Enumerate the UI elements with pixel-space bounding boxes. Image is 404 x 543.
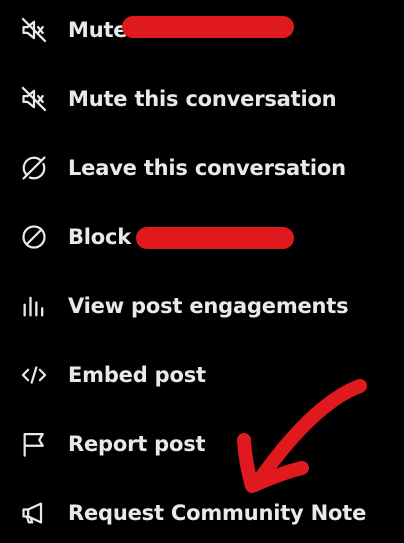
menu-item-label: View post engagements — [68, 294, 349, 318]
menu-item-mute-conversation[interactable]: Mute this conversation — [0, 69, 404, 129]
menu-item-leave-conversation[interactable]: Leave this conversation — [0, 138, 404, 198]
menu-item-label: Request Community Note — [68, 501, 367, 525]
menu-item-view-engagements[interactable]: View post engagements — [0, 276, 404, 336]
engagements-icon — [20, 292, 48, 320]
menu-item-label: Leave this conversation — [68, 156, 346, 180]
menu-item-label: Embed post — [68, 363, 206, 387]
mute-icon — [20, 16, 48, 44]
menu-item-label: Block — [68, 225, 132, 249]
redaction-mark — [122, 16, 294, 38]
redaction-mark — [136, 227, 294, 249]
menu-item-label: Mute this conversation — [68, 87, 337, 111]
megaphone-icon — [20, 499, 48, 527]
flag-icon — [20, 430, 48, 458]
menu-item-report-post[interactable]: Report post — [0, 414, 404, 474]
menu-item-label: Mute — [68, 18, 128, 42]
post-options-menu: Mute Mute this conversation Leave this c… — [0, 0, 404, 540]
block-icon — [20, 223, 48, 251]
menu-item-request-community-note[interactable]: Request Community Note — [0, 483, 404, 543]
menu-item-label: Report post — [68, 432, 206, 456]
embed-icon — [20, 361, 48, 389]
leave-icon — [20, 154, 48, 182]
menu-item-block-user[interactable]: Block — [0, 207, 404, 267]
menu-item-embed-post[interactable]: Embed post — [0, 345, 404, 405]
menu-item-mute-user[interactable]: Mute — [0, 0, 404, 60]
mute-icon — [20, 85, 48, 113]
